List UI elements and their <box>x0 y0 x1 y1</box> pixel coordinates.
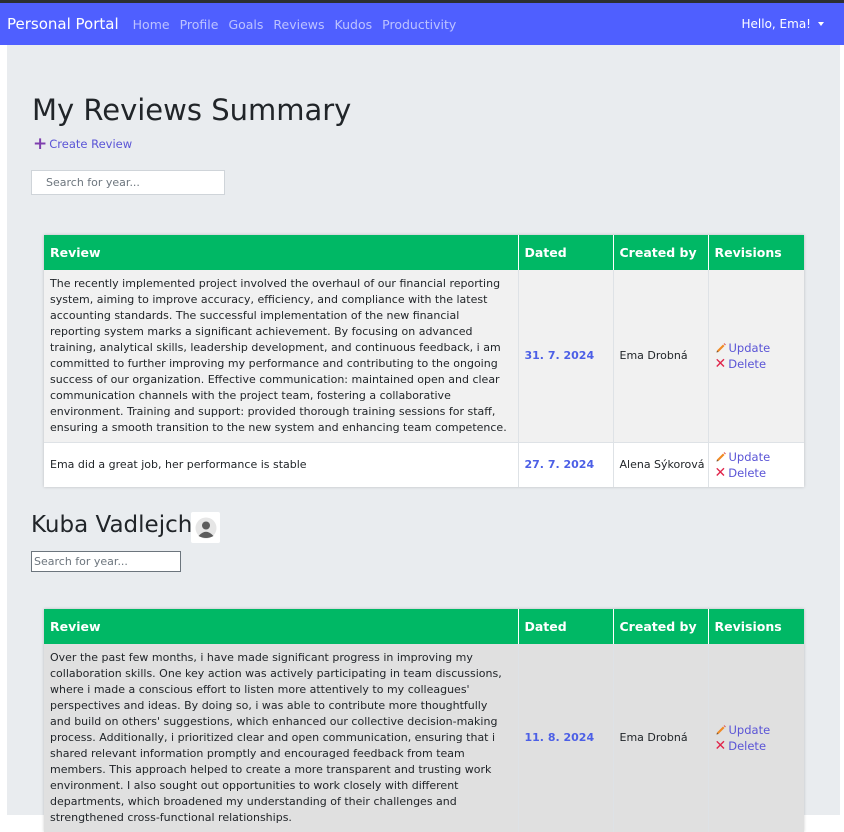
team-member-name: Kuba Vadlejch <box>31 512 193 538</box>
nav-link-profile[interactable]: Profile <box>180 17 219 32</box>
user-menu-toggle[interactable]: Hello, Ema! <box>742 17 824 31</box>
review-text: The recently implemented project involve… <box>44 270 518 443</box>
delete-button[interactable]: ✕ Delete <box>715 356 799 372</box>
delete-x-icon: ✕ <box>714 465 727 481</box>
column-header-review[interactable]: Review <box>44 235 518 270</box>
page-title: My Reviews Summary <box>32 93 352 127</box>
table-row: Over the past few months, i have made si… <box>44 644 804 832</box>
review-actions: Update ✕ Delete <box>707 442 804 487</box>
nav-links: Home Profile Goals Reviews Kudos Product… <box>133 17 467 32</box>
my-reviews-search-input[interactable] <box>31 170 225 195</box>
delete-x-icon: ✕ <box>714 738 727 754</box>
nav-link-home[interactable]: Home <box>133 17 170 32</box>
main-content: My Reviews Summary + Create Review Revie… <box>7 45 840 832</box>
nav-link-goals[interactable]: Goals <box>228 17 263 32</box>
column-header-review[interactable]: Review <box>44 609 518 644</box>
delete-label: Delete <box>728 466 767 480</box>
review-date: 31. 7. 2024 <box>517 270 613 443</box>
review-date: 11. 8. 2024 <box>517 644 613 832</box>
user-greeting: Hello, Ema! <box>741 17 811 31</box>
update-button[interactable]: Update <box>715 449 799 465</box>
table-header-row: Review Dated Created by Revisions <box>44 235 804 270</box>
review-text: Ema did a great job, her performance is … <box>44 442 518 487</box>
update-button[interactable]: Update <box>715 722 799 738</box>
avatar <box>191 512 220 543</box>
review-author: Ema Drobná <box>612 644 708 832</box>
create-review-label: Create Review <box>49 137 133 151</box>
caret-down-icon <box>818 22 824 26</box>
delete-label: Delete <box>728 357 767 371</box>
create-review-link[interactable]: + Create Review <box>33 134 133 154</box>
navbar: Personal Portal Home Profile Goals Revie… <box>0 3 844 45</box>
delete-label: Delete <box>728 739 767 753</box>
review-actions: Update ✕ Delete <box>707 644 804 832</box>
my-reviews-table: Review Dated Created by Revisions The re… <box>44 235 804 487</box>
pencil-icon <box>716 725 726 735</box>
team-reviews-table: Review Dated Created by Revisions Over t… <box>44 609 804 832</box>
pencil-icon <box>716 343 726 353</box>
pencil-icon <box>716 452 726 462</box>
delete-x-icon: ✕ <box>714 356 727 372</box>
column-header-dated[interactable]: Dated <box>517 609 613 644</box>
table-row: Ema did a great job, her performance is … <box>44 442 804 487</box>
review-text: Over the past few months, i have made si… <box>44 644 518 832</box>
brand-link[interactable]: Personal Portal <box>7 15 119 33</box>
update-label: Update <box>728 723 771 737</box>
user-avatar-icon <box>195 517 216 538</box>
delete-button[interactable]: ✕ Delete <box>715 465 799 481</box>
column-header-created-by[interactable]: Created by <box>612 609 708 644</box>
column-header-created-by[interactable]: Created by <box>612 235 708 270</box>
nav-link-reviews[interactable]: Reviews <box>273 17 324 32</box>
review-date: 27. 7. 2024 <box>517 442 613 487</box>
nav-link-kudos[interactable]: Kudos <box>335 17 373 32</box>
review-actions: Update ✕ Delete <box>707 270 804 443</box>
nav-link-productivity[interactable]: Productivity <box>382 17 456 32</box>
table-header-row: Review Dated Created by Revisions <box>44 609 804 644</box>
review-author: Ema Drobná <box>612 270 708 443</box>
review-author: Alena Sýkorová <box>612 442 708 487</box>
column-header-dated[interactable]: Dated <box>517 235 613 270</box>
update-label: Update <box>728 450 771 464</box>
delete-button[interactable]: ✕ Delete <box>715 738 799 754</box>
update-label: Update <box>728 341 771 355</box>
update-button[interactable]: Update <box>715 340 799 356</box>
plus-icon: + <box>33 134 48 154</box>
team-reviews-search-input[interactable] <box>31 551 181 572</box>
column-header-revisions[interactable]: Revisions <box>707 609 804 644</box>
table-row: The recently implemented project involve… <box>44 270 804 443</box>
column-header-revisions[interactable]: Revisions <box>707 235 804 270</box>
